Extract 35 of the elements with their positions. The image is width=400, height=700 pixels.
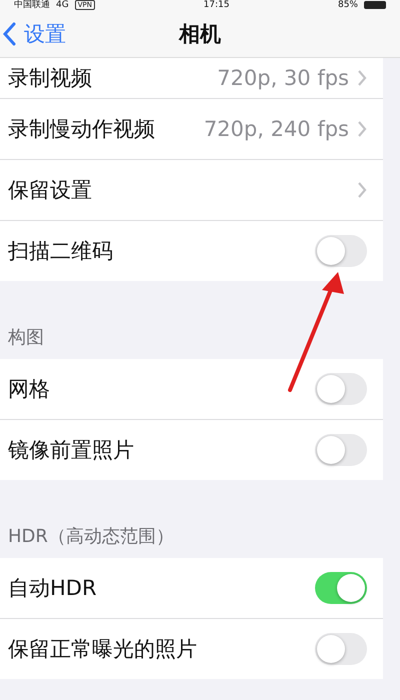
- row-label: 录制慢动作视频: [8, 116, 156, 143]
- network-text: 4G: [56, 0, 69, 10]
- settings-row[interactable]: 扫描二维码: [0, 221, 383, 281]
- row-value: 720p, 30 fps: [217, 66, 349, 90]
- section-header: HDR（高动态范围）: [8, 525, 174, 548]
- settings-row[interactable]: 录制视频 720p, 30 fps: [0, 58, 383, 99]
- toggle-switch[interactable]: [315, 572, 367, 604]
- status-time: 17:15: [204, 0, 230, 10]
- row-label: 镜像前置照片: [8, 437, 135, 464]
- settings-row[interactable]: 网格: [0, 359, 383, 420]
- row-label: 网格: [8, 376, 51, 403]
- settings-row[interactable]: 录制慢动作视频 720p, 240 fps: [0, 99, 383, 160]
- row-label: 录制视频: [8, 65, 93, 92]
- settings-row[interactable]: 保留正常曝光的照片: [0, 619, 383, 679]
- chevron-right-icon: [357, 120, 367, 138]
- row-label: 保留设置: [8, 177, 93, 204]
- chevron-right-icon: [357, 181, 367, 199]
- battery-icon: [364, 1, 386, 9]
- row-label: 保留正常曝光的照片: [8, 636, 198, 663]
- back-button[interactable]: 设置: [0, 20, 66, 48]
- row-label: 扫描二维码: [8, 238, 114, 265]
- settings-row[interactable]: 自动HDR: [0, 558, 383, 619]
- toggle-switch[interactable]: [315, 633, 367, 665]
- toggle-switch[interactable]: [315, 434, 367, 466]
- settings-row[interactable]: 镜像前置照片: [0, 420, 383, 480]
- battery-percent: 85%: [338, 0, 358, 10]
- row-label: 自动HDR: [8, 575, 98, 602]
- toggle-switch[interactable]: [315, 235, 367, 267]
- settings-row[interactable]: 保留设置: [0, 160, 383, 221]
- chevron-left-icon: [2, 22, 16, 46]
- chevron-right-icon: [357, 69, 367, 87]
- row-value: 720p, 240 fps: [204, 117, 349, 141]
- toggle-switch[interactable]: [315, 373, 367, 405]
- section-header: 构图: [8, 326, 44, 349]
- nav-title: 相机: [179, 20, 221, 48]
